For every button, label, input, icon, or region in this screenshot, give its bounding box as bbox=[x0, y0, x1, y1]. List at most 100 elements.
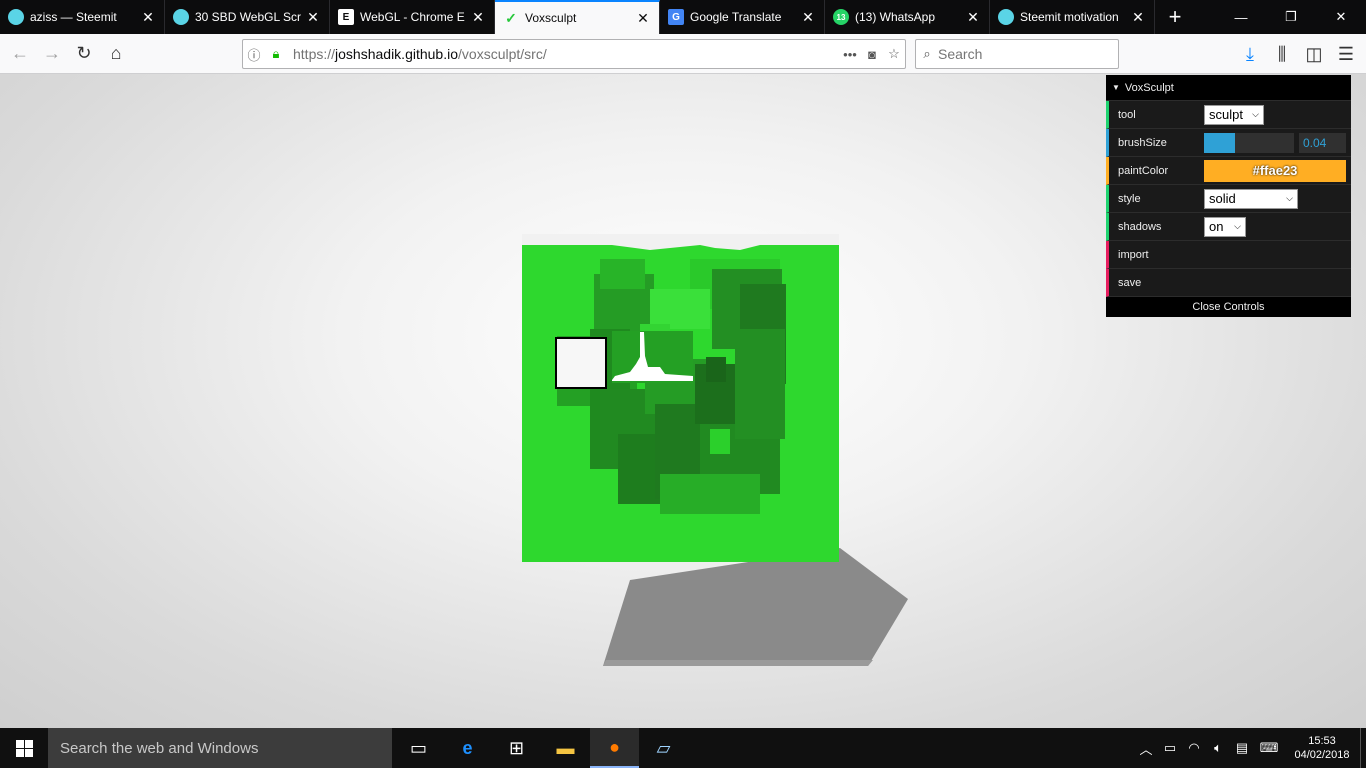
google-translate-icon: G bbox=[668, 9, 684, 25]
tab-google-translate[interactable]: G Google Translate ✕ bbox=[660, 0, 825, 34]
new-tab-button[interactable]: + bbox=[1155, 0, 1195, 34]
info-icon[interactable]: ⓘ bbox=[243, 43, 265, 65]
tab-webgl-screenshot[interactable]: 30 SBD WebGL Scre ✕ bbox=[165, 0, 330, 34]
chevron-down-icon: ⌵ bbox=[1234, 221, 1241, 231]
shadows-row: shadows on ⌵ bbox=[1106, 213, 1351, 241]
taskbar-search-box[interactable]: Search the web and Windows bbox=[48, 728, 392, 768]
steemit-icon bbox=[8, 9, 24, 25]
wifi-icon[interactable]: ◠ bbox=[1182, 740, 1206, 756]
tab-aziss-steemit[interactable]: aziss — Steemit ✕ bbox=[0, 0, 165, 34]
lock-icon[interactable]: 🔒︎ bbox=[265, 43, 287, 65]
library-icon[interactable]: ⫼ bbox=[1266, 38, 1298, 70]
home-button[interactable]: ⌂ bbox=[100, 38, 132, 70]
tab-title: WebGL - Chrome E bbox=[360, 10, 465, 24]
model-shadow bbox=[603, 548, 908, 666]
navigation-bar: ← → ↻ ⌂ ⓘ 🔒︎ https://joshshadik.github.i… bbox=[0, 34, 1366, 74]
tab-whatsapp[interactable]: 13 (13) WhatsApp ✕ bbox=[825, 0, 990, 34]
close-tab-icon[interactable]: ✕ bbox=[1126, 9, 1150, 26]
save-button[interactable]: save bbox=[1106, 269, 1351, 297]
shadows-label: shadows bbox=[1118, 220, 1162, 233]
close-tab-icon[interactable]: ✕ bbox=[961, 9, 985, 26]
panel-title[interactable]: ▼ VoxSculpt bbox=[1106, 75, 1351, 101]
edge-icon[interactable]: e bbox=[443, 728, 492, 768]
file-explorer-icon[interactable]: ▬ bbox=[541, 728, 590, 768]
battery-icon[interactable]: ▭ bbox=[1158, 740, 1182, 756]
style-label: style bbox=[1118, 192, 1141, 205]
volume-icon[interactable]: 🔈︎ bbox=[1206, 740, 1230, 756]
steemit-icon bbox=[998, 9, 1014, 25]
window-controls: — ❐ ✕ bbox=[1216, 0, 1366, 34]
windows-logo-icon bbox=[15, 739, 33, 757]
downloads-icon[interactable]: ⤓ bbox=[1234, 38, 1266, 70]
voxel-cube[interactable] bbox=[522, 234, 839, 562]
clock[interactable]: 15:53 04/02/2018 bbox=[1284, 734, 1360, 762]
sidebar-icon[interactable]: ◫ bbox=[1298, 38, 1330, 70]
paintcolor-picker[interactable]: #ffae23 bbox=[1204, 159, 1346, 182]
close-tab-icon[interactable]: ✕ bbox=[796, 9, 820, 26]
address-bar[interactable]: ⓘ 🔒︎ https://joshshadik.github.io/voxscu… bbox=[242, 39, 906, 69]
collapse-caret-icon[interactable]: ▼ bbox=[1112, 83, 1120, 92]
back-button[interactable]: ← bbox=[4, 38, 36, 70]
notification-icon[interactable]: ▤ bbox=[1230, 740, 1254, 756]
e-letter-icon: E bbox=[338, 9, 354, 25]
close-tab-icon[interactable]: ✕ bbox=[631, 10, 655, 27]
minimize-icon[interactable]: — bbox=[1216, 0, 1266, 34]
import-button[interactable]: import bbox=[1106, 241, 1351, 269]
shadows-select[interactable]: on ⌵ bbox=[1204, 216, 1246, 237]
voxsculpt-icon: ✓ bbox=[505, 9, 517, 26]
chevron-down-icon: ⌵ bbox=[1252, 109, 1259, 119]
brushsize-input[interactable]: 0.04 bbox=[1299, 132, 1346, 153]
close-controls-button[interactable]: Close Controls bbox=[1106, 297, 1351, 317]
close-window-icon[interactable]: ✕ bbox=[1316, 0, 1366, 34]
brushsize-slider-fill bbox=[1204, 132, 1235, 153]
chevron-up-icon[interactable]: ︿ bbox=[1134, 739, 1158, 758]
clock-time: 15:53 bbox=[1308, 735, 1336, 747]
show-desktop-button[interactable] bbox=[1360, 728, 1366, 768]
close-tab-icon[interactable]: ✕ bbox=[301, 9, 325, 26]
tab-voxsculpt[interactable]: ✓ Voxsculpt ✕ bbox=[495, 0, 660, 34]
tab-title: 30 SBD WebGL Scre bbox=[195, 10, 301, 24]
pocket-icon[interactable]: ◙ bbox=[861, 43, 883, 65]
style-select[interactable]: solid ⌵ bbox=[1204, 188, 1298, 209]
start-button[interactable] bbox=[0, 728, 48, 768]
brushsize-row: brushSize 0.04 bbox=[1106, 129, 1351, 157]
clock-date: 04/02/2018 bbox=[1294, 749, 1350, 761]
page-actions-icon[interactable]: ••• bbox=[839, 43, 861, 65]
keyboard-icon[interactable]: ⌨ bbox=[1254, 740, 1284, 756]
forward-button[interactable]: → bbox=[36, 38, 68, 70]
menu-icon[interactable]: ☰ bbox=[1330, 38, 1362, 70]
tab-steemit-motivation[interactable]: Steemit motivation ✕ bbox=[990, 0, 1155, 34]
url-scheme: https:// bbox=[293, 46, 336, 62]
panel-title-text: VoxSculpt bbox=[1124, 81, 1174, 94]
brushsize-label: brushSize bbox=[1118, 136, 1167, 149]
close-tab-icon[interactable]: ✕ bbox=[466, 9, 490, 26]
tool-row: tool sculpt ⌵ bbox=[1106, 101, 1351, 129]
carved-holes bbox=[555, 331, 693, 389]
tool-value: sculpt bbox=[1209, 107, 1243, 122]
store-icon[interactable]: ⊞ bbox=[492, 728, 541, 768]
chevron-down-icon: ⌵ bbox=[1286, 193, 1293, 203]
bookmark-star-icon[interactable]: ☆ bbox=[883, 43, 905, 65]
save-label: save bbox=[1118, 276, 1142, 289]
search-bar[interactable]: ⌕ bbox=[915, 39, 1119, 69]
model-shadow-edge bbox=[603, 660, 873, 666]
tool-label: tool bbox=[1118, 108, 1136, 121]
task-view-icon[interactable]: ▭ bbox=[394, 728, 443, 768]
url-text[interactable]: https://joshshadik.github.io/voxsculpt/s… bbox=[287, 46, 839, 62]
notepad-icon[interactable]: ▱ bbox=[639, 728, 688, 768]
tab-title: (13) WhatsApp bbox=[855, 10, 936, 24]
url-host: joshshadik.github.io bbox=[335, 46, 459, 62]
brushsize-slider[interactable] bbox=[1204, 132, 1294, 153]
paintcolor-label: paintColor bbox=[1118, 164, 1169, 177]
style-row: style solid ⌵ bbox=[1106, 185, 1351, 213]
reload-button[interactable]: ↻ bbox=[68, 38, 100, 70]
tab-webgl-chrome[interactable]: E WebGL - Chrome E ✕ bbox=[330, 0, 495, 34]
close-tab-icon[interactable]: ✕ bbox=[136, 9, 160, 26]
tool-select[interactable]: sculpt ⌵ bbox=[1204, 104, 1264, 125]
restore-icon[interactable]: ❐ bbox=[1266, 0, 1316, 34]
steemit-icon bbox=[173, 9, 189, 25]
style-value: solid bbox=[1209, 191, 1236, 206]
firefox-icon[interactable]: ● bbox=[590, 728, 639, 768]
search-input[interactable] bbox=[938, 46, 1108, 62]
toolbar-right: ⤓ ⫼ ◫ ☰ bbox=[1234, 38, 1362, 70]
